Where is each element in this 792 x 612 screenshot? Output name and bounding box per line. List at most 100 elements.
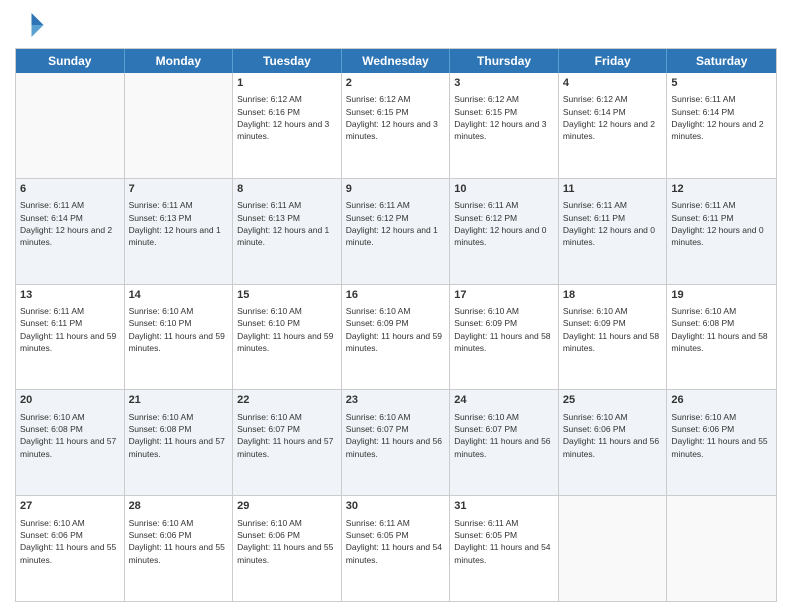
day-number: 5 — [671, 76, 772, 91]
day-number: 6 — [20, 182, 120, 197]
day-number: 2 — [346, 76, 446, 91]
day-info: Sunrise: 6:10 AM Sunset: 6:06 PM Dayligh… — [563, 411, 663, 460]
day-number: 18 — [563, 288, 663, 303]
calendar-cell: 13 Sunrise: 6:11 AM Sunset: 6:11 PM Dayli… — [16, 285, 125, 390]
day-info: Sunrise: 6:10 AM Sunset: 6:08 PM Dayligh… — [129, 411, 229, 460]
day-number: 20 — [20, 393, 120, 408]
calendar-cell: 29 Sunrise: 6:10 AM Sunset: 6:06 PM Dayli… — [233, 496, 342, 601]
day-number: 14 — [129, 288, 229, 303]
calendar-cell — [125, 73, 234, 178]
calendar-cell: 16 Sunrise: 6:10 AM Sunset: 6:09 PM Dayli… — [342, 285, 451, 390]
day-info: Sunrise: 6:12 AM Sunset: 6:15 PM Dayligh… — [454, 93, 554, 142]
day-info: Sunrise: 6:11 AM Sunset: 6:14 PM Dayligh… — [20, 199, 120, 248]
calendar-week-row: 13 Sunrise: 6:11 AM Sunset: 6:11 PM Dayli… — [16, 284, 776, 390]
logo — [15, 10, 49, 40]
calendar-week-row: 20 Sunrise: 6:10 AM Sunset: 6:08 PM Dayli… — [16, 389, 776, 495]
header — [15, 10, 777, 40]
calendar-week-row: 27 Sunrise: 6:10 AM Sunset: 6:06 PM Dayli… — [16, 495, 776, 601]
day-number: 29 — [237, 499, 337, 514]
calendar-cell: 22 Sunrise: 6:10 AM Sunset: 6:07 PM Dayli… — [233, 390, 342, 495]
cal-header-day: Thursday — [450, 49, 559, 73]
day-number: 7 — [129, 182, 229, 197]
day-number: 4 — [563, 76, 663, 91]
day-info: Sunrise: 6:10 AM Sunset: 6:07 PM Dayligh… — [346, 411, 446, 460]
day-number: 22 — [237, 393, 337, 408]
calendar-cell: 25 Sunrise: 6:10 AM Sunset: 6:06 PM Dayli… — [559, 390, 668, 495]
day-info: Sunrise: 6:11 AM Sunset: 6:05 PM Dayligh… — [454, 517, 554, 566]
day-number: 25 — [563, 393, 663, 408]
calendar-cell: 5Sunrise: 6:11 AM Sunset: 6:14 PM Daylig… — [667, 73, 776, 178]
day-number: 31 — [454, 499, 554, 514]
cal-header-day: Sunday — [16, 49, 125, 73]
day-number: 13 — [20, 288, 120, 303]
cal-header-day: Saturday — [667, 49, 776, 73]
calendar-cell: 11 Sunrise: 6:11 AM Sunset: 6:11 PM Dayli… — [559, 179, 668, 284]
day-number: 10 — [454, 182, 554, 197]
calendar-header: SundayMondayTuesdayWednesdayThursdayFrid… — [16, 49, 776, 73]
day-info: Sunrise: 6:10 AM Sunset: 6:08 PM Dayligh… — [20, 411, 120, 460]
day-number: 1 — [237, 76, 337, 91]
day-info: Sunrise: 6:11 AM Sunset: 6:11 PM Dayligh… — [20, 305, 120, 354]
day-info: Sunrise: 6:11 AM Sunset: 6:05 PM Dayligh… — [346, 517, 446, 566]
calendar-cell: 24 Sunrise: 6:10 AM Sunset: 6:07 PM Dayli… — [450, 390, 559, 495]
day-info: Sunrise: 6:11 AM Sunset: 6:13 PM Dayligh… — [237, 199, 337, 248]
day-number: 26 — [671, 393, 772, 408]
calendar-cell: 8 Sunrise: 6:11 AM Sunset: 6:13 PM Daylig… — [233, 179, 342, 284]
calendar-cell: 9 Sunrise: 6:11 AM Sunset: 6:12 PM Daylig… — [342, 179, 451, 284]
day-info: Sunrise: 6:11 AM Sunset: 6:11 PM Dayligh… — [563, 199, 663, 248]
day-number: 11 — [563, 182, 663, 197]
day-info: Sunrise: 6:10 AM Sunset: 6:07 PM Dayligh… — [454, 411, 554, 460]
calendar-cell: 17Sunrise: 6:10 AM Sunset: 6:09 PM Dayli… — [450, 285, 559, 390]
day-number: 24 — [454, 393, 554, 408]
day-number: 21 — [129, 393, 229, 408]
day-number: 9 — [346, 182, 446, 197]
calendar-cell: 6 Sunrise: 6:11 AM Sunset: 6:14 PM Daylig… — [16, 179, 125, 284]
calendar-body: 1 Sunrise: 6:12 AM Sunset: 6:16 PM Daylig… — [16, 73, 776, 601]
day-info: Sunrise: 6:11 AM Sunset: 6:12 PM Dayligh… — [346, 199, 446, 248]
logo-icon — [15, 10, 45, 40]
cal-header-day: Monday — [125, 49, 234, 73]
calendar-cell: 10 Sunrise: 6:11 AM Sunset: 6:12 PM Dayli… — [450, 179, 559, 284]
day-number: 3 — [454, 76, 554, 91]
calendar: SundayMondayTuesdayWednesdayThursdayFrid… — [15, 48, 777, 602]
day-number: 27 — [20, 499, 120, 514]
calendar-week-row: 1 Sunrise: 6:12 AM Sunset: 6:16 PM Daylig… — [16, 73, 776, 178]
day-info: Sunrise: 6:10 AM Sunset: 6:06 PM Dayligh… — [671, 411, 772, 460]
calendar-cell: 18 Sunrise: 6:10 AM Sunset: 6:09 PM Dayli… — [559, 285, 668, 390]
day-info: Sunrise: 6:10 AM Sunset: 6:10 PM Dayligh… — [129, 305, 229, 354]
calendar-cell: 3 Sunrise: 6:12 AM Sunset: 6:15 PM Daylig… — [450, 73, 559, 178]
day-info: Sunrise: 6:12 AM Sunset: 6:16 PM Dayligh… — [237, 93, 337, 142]
calendar-cell — [16, 73, 125, 178]
day-number: 17 — [454, 288, 554, 303]
cal-header-day: Friday — [559, 49, 668, 73]
calendar-cell: 27 Sunrise: 6:10 AM Sunset: 6:06 PM Dayli… — [16, 496, 125, 601]
cal-header-day: Tuesday — [233, 49, 342, 73]
day-info: Sunrise: 6:12 AM Sunset: 6:15 PM Dayligh… — [346, 93, 446, 142]
cal-header-day: Wednesday — [342, 49, 451, 73]
day-info: Sunrise: 6:10 AM Sunset: 6:07 PM Dayligh… — [237, 411, 337, 460]
calendar-cell: 20 Sunrise: 6:10 AM Sunset: 6:08 PM Dayli… — [16, 390, 125, 495]
calendar-cell: 1 Sunrise: 6:12 AM Sunset: 6:16 PM Daylig… — [233, 73, 342, 178]
day-info: Sunrise: 6:10 AM Sunset: 6:06 PM Dayligh… — [20, 517, 120, 566]
day-number: 8 — [237, 182, 337, 197]
day-info: Sunrise: 6:10 AM Sunset: 6:09 PM Dayligh… — [346, 305, 446, 354]
day-number: 28 — [129, 499, 229, 514]
day-info: Sunrise: 6:12 AM Sunset: 6:14 PM Dayligh… — [563, 93, 663, 142]
day-info: Sunrise: 6:10 AM Sunset: 6:09 PM Dayligh… — [563, 305, 663, 354]
calendar-cell: 21 Sunrise: 6:10 AM Sunset: 6:08 PM Dayli… — [125, 390, 234, 495]
day-info: Sunrise: 6:11 AM Sunset: 6:11 PM Dayligh… — [671, 199, 772, 248]
page: SundayMondayTuesdayWednesdayThursdayFrid… — [0, 0, 792, 612]
calendar-cell: 15Sunrise: 6:10 AM Sunset: 6:10 PM Dayli… — [233, 285, 342, 390]
calendar-cell — [559, 496, 668, 601]
calendar-cell — [667, 496, 776, 601]
day-number: 23 — [346, 393, 446, 408]
calendar-cell: 4 Sunrise: 6:12 AM Sunset: 6:14 PM Daylig… — [559, 73, 668, 178]
day-info: Sunrise: 6:10 AM Sunset: 6:10 PM Dayligh… — [237, 305, 337, 354]
day-info: Sunrise: 6:10 AM Sunset: 6:06 PM Dayligh… — [237, 517, 337, 566]
day-info: Sunrise: 6:10 AM Sunset: 6:06 PM Dayligh… — [129, 517, 229, 566]
day-number: 16 — [346, 288, 446, 303]
calendar-cell: 12Sunrise: 6:11 AM Sunset: 6:11 PM Dayli… — [667, 179, 776, 284]
calendar-cell: 28 Sunrise: 6:10 AM Sunset: 6:06 PM Dayli… — [125, 496, 234, 601]
day-number: 19 — [671, 288, 772, 303]
day-info: Sunrise: 6:11 AM Sunset: 6:12 PM Dayligh… — [454, 199, 554, 248]
